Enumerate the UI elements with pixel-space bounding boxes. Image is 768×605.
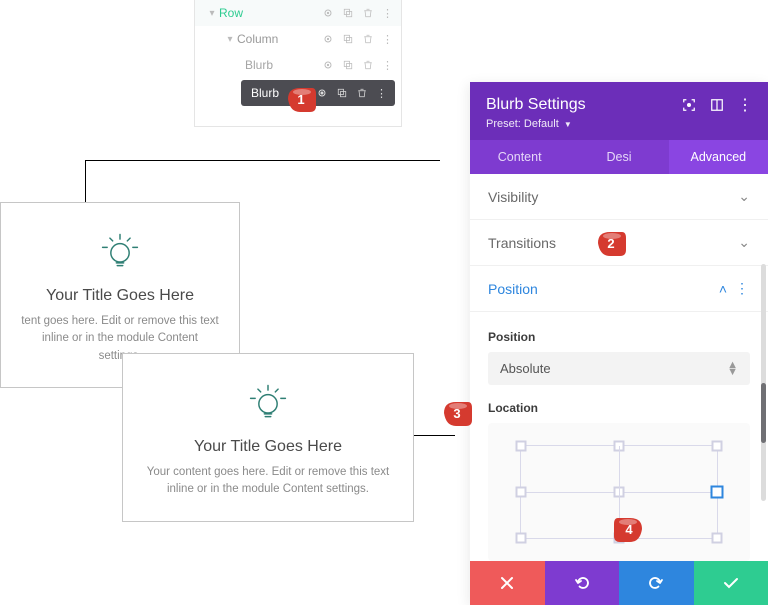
undo-button[interactable] (545, 561, 620, 605)
duplicate-icon[interactable] (342, 59, 354, 71)
caret-down-icon: ▼ (564, 120, 572, 129)
gear-icon[interactable] (322, 33, 334, 45)
callout-badge-1: 1 (286, 86, 316, 112)
preset-selector[interactable]: Preset: Default ▼ (486, 118, 752, 130)
redo-button[interactable] (619, 561, 694, 605)
loc-top-center[interactable] (614, 441, 625, 452)
cancel-button[interactable] (470, 561, 545, 605)
action-bar (470, 561, 768, 605)
duplicate-icon[interactable] (336, 87, 348, 99)
loc-mid-center[interactable] (614, 487, 625, 498)
more-icon[interactable]: ⋮ (382, 33, 393, 46)
accordion-visibility[interactable]: Visibility ⌄ (470, 174, 768, 220)
card-title: Your Title Goes Here (21, 287, 219, 305)
connector-line (85, 160, 86, 202)
select-value: Absolute (500, 361, 551, 376)
caret-down-icon: ▾ (205, 8, 219, 19)
callout-badge-3: 3 (442, 400, 472, 426)
chevron-down-icon: ⌄ (738, 234, 750, 251)
preset-label: Preset: Default (486, 118, 559, 130)
trash-icon[interactable] (356, 87, 368, 99)
callout-badge-2: 2 (596, 230, 626, 256)
undo-icon (573, 574, 591, 592)
position-select[interactable]: Absolute ▲▼ (488, 352, 750, 385)
save-button[interactable] (694, 561, 768, 605)
more-icon[interactable]: ⋮ (376, 87, 387, 100)
accordion-label: Transitions (488, 235, 556, 251)
gear-icon[interactable] (322, 7, 334, 19)
blurb-module-2[interactable]: Your Title Goes Here Your content goes h… (122, 353, 414, 522)
duplicate-icon[interactable] (342, 33, 354, 45)
focus-icon[interactable] (682, 98, 696, 112)
layout-icon[interactable] (710, 98, 724, 112)
gear-icon[interactable] (316, 87, 328, 99)
accordion-label: Position (488, 281, 538, 297)
redo-icon (647, 574, 665, 592)
duplicate-icon[interactable] (342, 7, 354, 19)
layer-label: Blurb (245, 58, 322, 72)
tab-content[interactable]: Content (470, 140, 569, 174)
layer-blurb[interactable]: Blurb ⋮ (195, 52, 401, 78)
settings-header: Blurb Settings ⋮ Preset: Default ▼ (470, 82, 768, 140)
close-icon (499, 575, 515, 591)
card-text: Your content goes here. Edit or remove t… (143, 464, 393, 499)
trash-icon[interactable] (362, 59, 374, 71)
more-icon[interactable]: ⋮ (382, 59, 393, 72)
card-title: Your Title Goes Here (143, 438, 393, 456)
select-caret-icon: ▲▼ (727, 362, 738, 375)
trash-icon[interactable] (362, 7, 374, 19)
layer-row[interactable]: ▾ Row ⋮ (195, 0, 401, 26)
settings-tabs: Content Desi Advanced (470, 140, 768, 174)
field-label-position: Position (488, 330, 750, 344)
loc-bot-right[interactable] (712, 533, 723, 544)
accordion-label: Visibility (488, 189, 538, 205)
settings-title: Blurb Settings (486, 96, 586, 114)
connector-line (413, 435, 455, 436)
tab-advanced[interactable]: Advanced (669, 140, 768, 174)
field-label-location: Location (488, 401, 750, 415)
connector-line (85, 160, 440, 161)
lightbulb-icon (246, 380, 290, 424)
gear-icon[interactable] (322, 59, 334, 71)
tab-design[interactable]: Desi (569, 140, 668, 174)
layer-label: Column (237, 32, 322, 46)
more-icon[interactable]: ⋮ (738, 98, 752, 112)
loc-mid-right-selected[interactable] (711, 486, 724, 499)
chevron-up-icon: ˄ (719, 281, 727, 297)
accordion-position[interactable]: Position ˄ ⋮ (470, 266, 768, 312)
loc-bot-left[interactable] (516, 533, 527, 544)
loc-mid-left[interactable] (516, 487, 527, 498)
trash-icon[interactable] (362, 33, 374, 45)
layer-blurb-selected[interactable]: Blurb ⋮ (241, 80, 395, 106)
layer-column[interactable]: ▾ Column ⋮ (195, 26, 401, 52)
loc-top-left[interactable] (516, 441, 527, 452)
scrollbar[interactable] (761, 264, 766, 501)
loc-top-right[interactable] (712, 441, 723, 452)
caret-down-icon: ▾ (223, 34, 237, 45)
callout-badge-4: 4 (614, 516, 644, 542)
lightbulb-icon (98, 229, 142, 273)
more-icon[interactable]: ⋮ (382, 7, 393, 20)
more-icon[interactable]: ⋮ (735, 280, 750, 297)
chevron-down-icon: ⌄ (738, 188, 750, 205)
layer-label: Row (219, 6, 322, 20)
check-icon (722, 574, 740, 592)
